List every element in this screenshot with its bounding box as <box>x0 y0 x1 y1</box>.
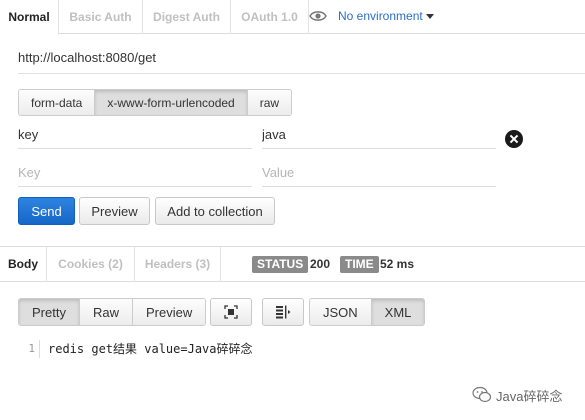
param-key-row-2 <box>18 159 252 187</box>
auth-tab-bar: Normal Basic Auth Digest Auth OAuth 1.0 … <box>0 0 585 35</box>
body-type-selector: form-data x-www-form-urlencoded raw <box>18 89 293 116</box>
view-mode-preview[interactable]: Preview <box>132 299 206 325</box>
tab-body[interactable]: Body <box>0 247 47 282</box>
view-mode-selector: Pretty Raw Preview <box>18 298 207 326</box>
preview-button[interactable]: Preview <box>79 197 150 225</box>
body-type-form-data[interactable]: form-data <box>19 90 96 115</box>
url-row <box>18 42 585 74</box>
wrap-lines-button[interactable] <box>262 298 304 326</box>
eye-icon[interactable] <box>309 9 327 23</box>
wrap-lines-icon <box>276 305 291 319</box>
param-value-input[interactable] <box>262 121 496 147</box>
tab-oauth[interactable]: OAuth 1.0 <box>231 0 309 34</box>
watermark: Java碎碎念 <box>472 384 562 406</box>
view-mode-pretty[interactable]: Pretty <box>19 299 80 325</box>
new-value-input[interactable] <box>262 159 496 185</box>
view-mode-raw[interactable]: Raw <box>79 299 133 325</box>
fullscreen-icon <box>224 305 238 319</box>
format-selector: JSON XML <box>309 298 426 326</box>
tab-digest-auth[interactable]: Digest Auth <box>143 0 231 34</box>
body-type-raw[interactable]: raw <box>247 90 292 115</box>
tab-normal[interactable]: Normal <box>0 0 59 35</box>
fullscreen-button[interactable] <box>210 298 252 326</box>
format-xml[interactable]: XML <box>371 299 425 325</box>
param-value-row-2 <box>262 159 496 187</box>
tab-basic-auth[interactable]: Basic Auth <box>59 0 143 34</box>
watermark-text: Java碎碎念 <box>496 388 563 404</box>
param-key-row-1 <box>18 121 252 149</box>
wechat-icon <box>472 386 492 403</box>
status-badge: STATUS <box>252 256 309 273</box>
add-to-collection-button[interactable]: Add to collection <box>155 197 275 225</box>
tab-cookies[interactable]: Cookies (2) <box>47 247 135 282</box>
remove-param-icon[interactable] <box>505 130 523 148</box>
response-body-line: redis get结果 value=Java碎碎念 <box>48 342 253 356</box>
chevron-down-icon <box>425 14 434 20</box>
time-value: 52 ms <box>380 257 415 271</box>
environment-label: No environment <box>338 9 423 23</box>
line-number: 1 <box>18 340 40 358</box>
body-type-urlencoded[interactable]: x-www-form-urlencoded <box>95 90 248 115</box>
time-badge: TIME <box>340 256 379 273</box>
response-tab-bar: Body Cookies (2) Headers (3) STATUS 200 … <box>0 246 585 282</box>
format-json[interactable]: JSON <box>310 299 372 325</box>
url-input[interactable] <box>18 42 585 72</box>
new-key-input[interactable] <box>18 159 252 185</box>
environment-select[interactable]: No environment <box>338 9 434 23</box>
status-value: 200 <box>310 257 331 271</box>
param-key-input[interactable] <box>18 121 252 147</box>
param-value-row-1 <box>262 121 496 149</box>
send-button[interactable]: Send <box>18 197 75 225</box>
tab-headers[interactable]: Headers (3) <box>135 247 221 282</box>
